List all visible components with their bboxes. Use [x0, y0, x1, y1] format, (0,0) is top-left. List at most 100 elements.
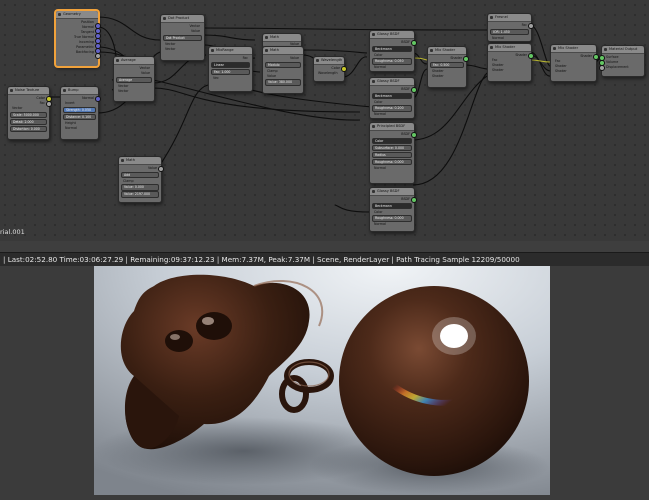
socket-bsdf-out[interactable] — [411, 87, 417, 93]
glossy-bsdf-node-1[interactable]: Glossy BSDF BSDF Beckmann Color Roughnes… — [369, 30, 417, 72]
distribution-dropdown[interactable]: Beckmann — [372, 92, 412, 99]
average-title: Average — [114, 57, 154, 65]
wavelength-node[interactable]: Wavelength Color Wavelength — [313, 56, 347, 82]
glossy-bsdf-node-2[interactable]: Glossy BSDF BSDF Beckmann Color Roughnes… — [369, 77, 417, 119]
math-add-title: Math — [119, 157, 161, 165]
socket-fac[interactable] — [46, 101, 52, 107]
distribution-dropdown[interactable]: Beckmann — [372, 45, 412, 52]
output-bsdf: BSDF — [401, 132, 410, 136]
radius-field[interactable]: Radius — [372, 151, 412, 158]
value-field-1[interactable]: Value: 0.000 — [121, 184, 159, 191]
material-output-title: Material Output — [602, 46, 644, 54]
socket-bsdf-out[interactable] — [411, 40, 417, 46]
roughness-field[interactable]: Roughness: 0.200 — [372, 105, 412, 112]
socket-color-out[interactable] — [341, 66, 347, 72]
fresnel-title: Fresnel — [488, 14, 531, 22]
operation-dropdown[interactable]: Modulo — [265, 61, 301, 68]
input-normal: Normal — [374, 222, 386, 227]
fac-field[interactable]: Fac: 0.500 — [430, 61, 464, 68]
value-field[interactable]: Value: 380.000 — [265, 79, 301, 86]
mix-3-title: Mix Shader — [551, 45, 596, 53]
math-node-modulo[interactable]: Math Value Modulo Clamp Value Value: 380… — [262, 46, 304, 94]
output-shader: Shader — [450, 56, 462, 60]
dot-product-node[interactable]: Dot Product Vector Value Dot Product Vec… — [160, 14, 205, 61]
color-field[interactable]: Color — [372, 137, 412, 144]
input-normal: Normal — [492, 35, 504, 40]
fac-field[interactable]: Fac: 1.000 — [211, 68, 250, 75]
fresnel-node[interactable]: Fresnel Fac IOR: 1.450 Normal — [487, 13, 534, 42]
input-shader-2: Shader — [555, 69, 567, 73]
distortion-field[interactable]: Distortion: 0.000 — [10, 125, 47, 132]
material-name-label: rial.001 — [0, 228, 25, 236]
principled-title: Principled BSDF — [370, 123, 414, 131]
render-status-text: | Last:02:52.80 Time:03:06:27.29 | Remai… — [3, 255, 520, 264]
operation-dropdown[interactable]: Add — [121, 171, 159, 178]
average-node[interactable]: Average Vector Value Average Vector Vect… — [113, 56, 155, 102]
mix-shader-node-2[interactable]: Mix Shader Shader Fac Shader Shader — [487, 43, 534, 82]
operation-dropdown[interactable]: Dot Product — [163, 34, 202, 41]
input-normal: Normal — [65, 125, 77, 130]
socket-bsdf-out[interactable] — [411, 197, 417, 203]
distance-field[interactable]: Distance: 0.100 — [63, 113, 96, 120]
output-fac: Fac — [242, 56, 248, 60]
output-value: Value — [147, 166, 157, 170]
output-value: Value — [190, 29, 200, 33]
input-shader-2: Shader — [432, 73, 444, 78]
mix-shader-node-1[interactable]: Mix Shader Shader Fac: 0.500 Shader Shad… — [427, 46, 469, 88]
socket-shader-out[interactable] — [528, 53, 534, 59]
detail-field[interactable]: Detail: 2.000 — [10, 118, 47, 125]
output-value: Value — [289, 56, 299, 60]
distribution-dropdown[interactable]: Beckmann — [372, 202, 412, 209]
strength-field[interactable]: Strength: 0.050 — [63, 106, 96, 113]
output-backfacing: Backfacing — [75, 50, 94, 54]
socket-bsdf-out[interactable] — [411, 132, 417, 138]
node-editor[interactable]: Geometry Position Normal Tangent True No… — [0, 0, 649, 241]
invert-checkbox[interactable]: Invert — [63, 101, 96, 106]
editor-divider[interactable] — [0, 241, 649, 252]
render-illustration — [94, 266, 550, 495]
roughness-field[interactable]: Roughness: 0.050 — [372, 58, 412, 65]
map-range-title: MixRange — [209, 47, 252, 55]
scale-field[interactable]: Scale: 5000.000 — [10, 111, 47, 118]
output-bsdf: BSDF — [401, 40, 410, 44]
output-bsdf: BSDF — [401, 87, 410, 91]
glossy-bsdf-node-3[interactable]: Glossy BSDF BSDF Beckmann Color Roughnes… — [369, 187, 417, 232]
bump-node[interactable]: Bump Normal Invert Strength: 0.050 Dista… — [60, 86, 101, 140]
subsurface-field[interactable]: Subsurface: 0.000 — [372, 144, 412, 151]
dot-product-title: Dot Product — [161, 15, 204, 23]
socket-shader-out[interactable] — [463, 56, 469, 62]
input-normal: Normal — [374, 65, 386, 70]
input-color: Color — [374, 209, 383, 214]
output-value: Value — [140, 71, 150, 75]
render-status-bar: | Last:02:52.80 Time:03:06:27.29 | Remai… — [0, 252, 649, 267]
input-vector-2: Vector — [165, 46, 176, 51]
material-output-node[interactable]: Material Output Surface Volume Displacem… — [599, 45, 645, 77]
socket-displacement-in[interactable] — [599, 65, 605, 71]
noise-texture-node[interactable]: Noise Texture Color Fac Vector Scale: 50… — [7, 86, 52, 140]
input-color: Color — [374, 99, 383, 104]
mix-shader-node-3[interactable]: Mix Shader Shader Fac Shader Shader — [550, 44, 599, 82]
glossy-3-title: Glossy BSDF — [370, 188, 414, 196]
interpolation-dropdown[interactable]: Linear — [211, 61, 250, 68]
glossy-1-title: Glossy BSDF — [370, 31, 414, 39]
map-range-node[interactable]: MixRange Fac Linear Fac: 1.000 Vec — [208, 46, 253, 92]
value-field-2[interactable]: Value: 2197.000 — [121, 191, 159, 198]
wavelength-title: Wavelength — [314, 57, 344, 65]
noise-texture-title: Noise Texture — [8, 87, 49, 95]
roughness-field[interactable]: Roughness: 0.000 — [372, 158, 412, 165]
geometry-node[interactable]: Geometry Position Normal Tangent True No… — [55, 10, 101, 67]
render-result-image — [94, 266, 550, 495]
socket-value-out[interactable] — [158, 166, 164, 172]
input-normal: Normal — [374, 112, 386, 117]
socket-backfacing[interactable] — [95, 53, 101, 59]
ior-field[interactable]: IOR: 1.450 — [490, 28, 529, 35]
input-color: Color — [374, 52, 383, 57]
principled-bsdf-node[interactable]: Principled BSDF BSDF Color Subsurface: 0… — [369, 122, 417, 184]
math-node-add[interactable]: Math Value Add Clamp Value: 0.000 Value:… — [118, 156, 164, 203]
output-bsdf: BSDF — [401, 197, 410, 201]
socket-normal-out[interactable] — [95, 96, 101, 102]
roughness-field[interactable]: Roughness: 0.000 — [372, 215, 412, 222]
socket-fac-out[interactable] — [528, 23, 534, 29]
clamp-checkbox[interactable]: Clamp — [121, 179, 159, 184]
operation-dropdown[interactable]: Average — [116, 76, 152, 83]
